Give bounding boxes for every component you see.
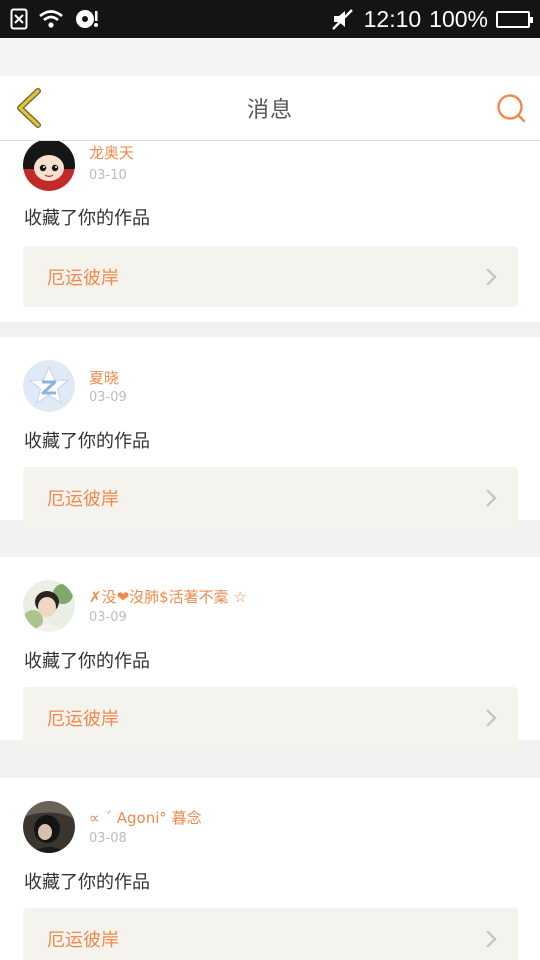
- work-title: 厄运彼岸: [47, 708, 119, 730]
- avatar[interactable]: [23, 141, 75, 191]
- status-bar-left: [10, 8, 100, 30]
- message-action: 收藏了你的作品: [24, 431, 150, 452]
- battery-percent: 100%: [429, 5, 488, 32]
- message-card: 夏晓 03-09 收藏了你的作品 厄运彼岸: [0, 337, 540, 528]
- work-title: 厄运彼岸: [47, 488, 119, 510]
- mute-icon: [330, 7, 356, 31]
- message-action: 收藏了你的作品: [24, 872, 150, 893]
- nav-bar: 消息: [0, 76, 540, 141]
- work-title: 厄运彼岸: [47, 267, 119, 289]
- sim-missing-icon: [10, 8, 28, 30]
- chevron-right-icon: [486, 709, 497, 727]
- message-list[interactable]: 龙奥天 03-10 收藏了你的作品 厄运彼岸 夏晓 03-09 收藏了你的作品 …: [0, 141, 540, 960]
- work-title: 厄运彼岸: [47, 929, 119, 951]
- message-card: 龙奥天 03-10 收藏了你的作品 厄运彼岸: [0, 141, 540, 322]
- status-time: 12:10: [363, 5, 422, 32]
- work-link[interactable]: 厄运彼岸: [23, 908, 518, 960]
- avatar[interactable]: [23, 801, 75, 853]
- search-icon[interactable]: [496, 93, 526, 123]
- chevron-right-icon: [486, 489, 497, 507]
- message-date: 03-10: [89, 168, 127, 183]
- message-date: 03-09: [89, 610, 127, 625]
- username[interactable]: 夏晓: [89, 367, 119, 388]
- username[interactable]: ∝ ˊ Agoni° 暮念: [89, 807, 202, 828]
- chevron-right-icon: [486, 930, 497, 948]
- username[interactable]: ✗没❤沒肺$活著不槖 ☆: [89, 586, 247, 607]
- message-card: ✗没❤沒肺$活著不槖 ☆ 03-09 收藏了你的作品 厄运彼岸: [0, 557, 540, 748]
- work-link[interactable]: 厄运彼岸: [23, 467, 518, 528]
- username[interactable]: 龙奥天: [89, 142, 134, 163]
- message-action: 收藏了你的作品: [24, 208, 150, 229]
- back-arrow-icon[interactable]: [14, 88, 44, 128]
- work-link[interactable]: 厄运彼岸: [23, 687, 518, 748]
- avatar[interactable]: [23, 580, 75, 632]
- status-bar-right: 12:10 100%: [330, 5, 533, 33]
- avatar[interactable]: [23, 360, 75, 412]
- work-link[interactable]: 厄运彼岸: [23, 246, 518, 307]
- message-date: 03-08: [89, 831, 127, 846]
- page-title: 消息: [246, 98, 293, 123]
- top-spacer: [0, 38, 540, 76]
- chevron-right-icon: [486, 268, 497, 286]
- message-date: 03-09: [89, 390, 127, 405]
- status-bar: 12:10 100%: [0, 0, 540, 38]
- wifi-icon: [38, 9, 64, 29]
- message-card: ∝ ˊ Agoni° 暮念 03-08 收藏了你的作品 厄运彼岸: [0, 778, 540, 960]
- music-disc-icon: [74, 8, 100, 30]
- message-action: 收藏了你的作品: [24, 651, 150, 672]
- battery-icon: [496, 10, 533, 28]
